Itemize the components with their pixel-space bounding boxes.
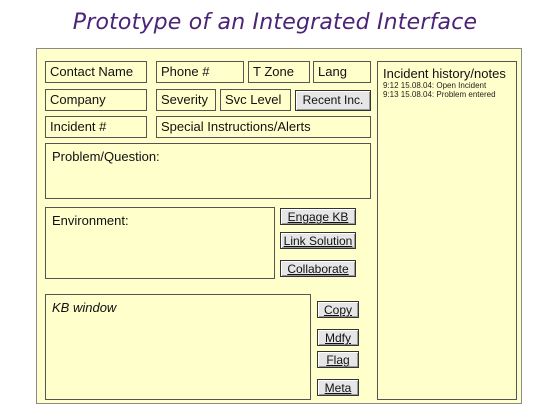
collaborate-button[interactable]: Collaborate (280, 260, 356, 277)
incident-form-panel: Contact Name Phone # T Zone Lang Company… (36, 48, 522, 404)
kb-window[interactable]: KB window (45, 294, 311, 400)
special-instructions-field[interactable]: Special Instructions/Alerts (156, 116, 371, 138)
time-zone-field[interactable]: T Zone (248, 61, 310, 83)
modify-button[interactable]: Mdfy (317, 329, 359, 346)
incident-history-panel[interactable]: Incident history/notes 9:12 15.08.04: Op… (377, 61, 517, 400)
contact-name-field[interactable]: Contact Name (45, 61, 147, 83)
link-solution-button[interactable]: Link Solution (280, 232, 356, 249)
incident-number-field[interactable]: Incident # (45, 116, 147, 138)
page-title: Prototype of an Integrated Interface (72, 10, 478, 35)
problem-question-field[interactable]: Problem/Question: (45, 143, 371, 199)
severity-field[interactable]: Severity (156, 89, 216, 111)
recent-incidents-button[interactable]: Recent Inc. (295, 90, 371, 111)
meta-button[interactable]: Meta (317, 379, 359, 396)
language-field[interactable]: Lang (313, 61, 371, 83)
copy-button[interactable]: Copy (317, 301, 359, 318)
flag-button[interactable]: Flag (317, 351, 359, 368)
engage-kb-button[interactable]: Engage KB (280, 208, 356, 225)
phone-field[interactable]: Phone # (156, 61, 244, 83)
incident-history-title: Incident history/notes (383, 66, 506, 81)
history-entry: 9:12 15.08.04: Open Incident (383, 81, 487, 90)
company-field[interactable]: Company (45, 89, 147, 111)
history-entry: 9:13 15.08.04: Problem entered (383, 90, 496, 99)
environment-field[interactable]: Environment: (45, 207, 275, 279)
service-level-field[interactable]: Svc Level (220, 89, 291, 111)
